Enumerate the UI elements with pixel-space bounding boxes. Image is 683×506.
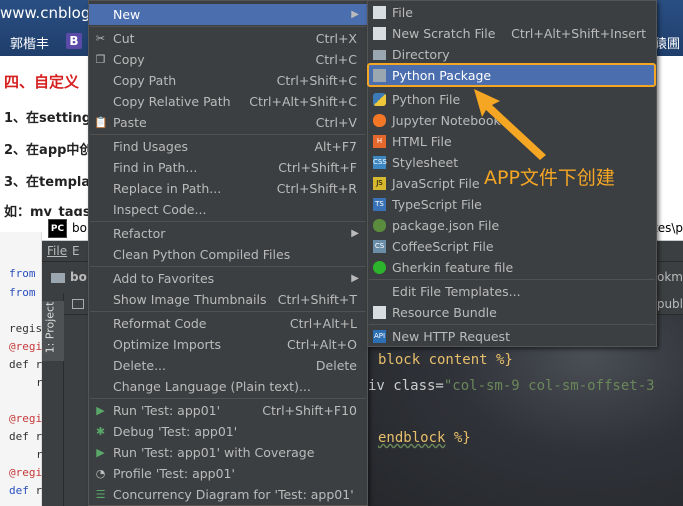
pycharm-logo-icon: PC	[48, 219, 67, 238]
ide-title-path: tes\p	[653, 221, 683, 235]
code-line: def r	[9, 430, 43, 443]
menu-item-debug-test[interactable]: ✱ Debug 'Test: app01'	[89, 421, 367, 442]
copy-icon: ❐	[95, 53, 106, 66]
blog-url[interactable]: www.cnblogs	[0, 4, 98, 22]
submenu-item-package-json[interactable]: package.json File	[368, 215, 656, 236]
project-context-menu: New ▶ ✂ Cut Ctrl+X ❐ Copy Ctrl+C Copy Path C…	[88, 0, 368, 506]
coffee-icon: CS	[373, 240, 386, 253]
menu-item-find-in-path[interactable]: Find in Path... Ctrl+Shift+F	[89, 157, 367, 178]
menu-item-profile-test[interactable]: ◔ Profile 'Test: app01'	[89, 463, 367, 484]
menu-item-copy[interactable]: ❐ Copy Ctrl+C	[89, 49, 367, 70]
navbar-project-name[interactable]: bo	[70, 270, 87, 284]
submenu-item-directory[interactable]: Directory	[368, 44, 656, 65]
menu-item-optimize-imports[interactable]: Optimize Imports Ctrl+Alt+O	[89, 334, 367, 355]
blog-step-2: 2、在app中创	[4, 143, 93, 158]
menu-item-cut[interactable]: ✂ Cut Ctrl+X	[89, 28, 367, 49]
menu-item-change-language[interactable]: Change Language (Plain text)...	[89, 376, 367, 397]
annotation-arrow-icon	[474, 89, 546, 160]
scissors-icon: ✂	[95, 32, 106, 45]
js-icon: JS	[373, 177, 386, 190]
menu-edit[interactable]: E	[72, 244, 80, 258]
http-request-icon: API	[373, 330, 386, 343]
submenu-item-edit-file-templates[interactable]: Edit File Templates...	[368, 281, 656, 302]
file-icon	[373, 6, 386, 19]
menu-item-paste[interactable]: 📋 Paste Ctrl+V	[89, 112, 367, 133]
menu-file[interactable]: File	[47, 244, 67, 258]
code-line: @regi	[9, 412, 43, 425]
annotation-text: APP文件下创建	[484, 167, 615, 189]
profiler-icon: ◔	[95, 467, 106, 480]
code-line: from	[9, 267, 36, 280]
blog-heading: 四、自定义	[4, 73, 80, 91]
menu-item-reformat-code[interactable]: Reformat Code Ctrl+Alt+L	[89, 313, 367, 334]
menu-item-find-usages[interactable]: Find Usages Alt+F7	[89, 136, 367, 157]
resource-bundle-icon	[373, 306, 386, 319]
editor-line: endblock %}	[378, 430, 471, 446]
clipboard-icon: 📋	[94, 116, 108, 129]
project-tool-tab-label: 1: Project	[43, 301, 57, 354]
code-line: from	[9, 286, 36, 299]
html-icon: H	[373, 135, 386, 148]
panel-tool-icon[interactable]	[72, 299, 84, 309]
menu-item-show-thumbnails[interactable]: Show Image Thumbnails Ctrl+Shift+T	[89, 289, 367, 310]
gherkin-icon	[373, 261, 386, 274]
blog-badge-icon: B	[66, 33, 82, 49]
menu-item-clean-compiled[interactable]: Clean Python Compiled Files	[89, 244, 367, 265]
ts-icon: TS	[373, 198, 386, 211]
css-icon: CSS	[373, 156, 387, 169]
code-line: @regi	[9, 340, 43, 353]
folder-icon	[373, 50, 386, 60]
code-line: def r	[9, 358, 43, 371]
blog-user-name[interactable]: 郭楷丰	[10, 33, 49, 52]
editor-tab[interactable]: \publ	[653, 297, 683, 311]
menu-item-run-test[interactable]: ▶ Run 'Test: app01' Ctrl+Shift+F10	[89, 400, 367, 421]
blog-step-1: 1、在setting	[4, 111, 92, 126]
folder-icon	[51, 273, 65, 283]
concurrency-diagram-icon: ☰	[95, 488, 106, 501]
menu-item-add-to-favorites[interactable]: Add to Favorites ▶	[89, 268, 367, 289]
menu-item-run-with-coverage[interactable]: ▶ Run 'Test: app01' with Coverage	[89, 442, 367, 463]
debug-bug-icon: ✱	[95, 425, 106, 438]
submenu-item-coffeescript-file[interactable]: CS CoffeeScript File	[368, 236, 656, 257]
menu-item-inspect-code[interactable]: Inspect Code...	[89, 199, 367, 220]
menu-item-replace-in-path[interactable]: Replace in Path... Ctrl+Shift+R	[89, 178, 367, 199]
code-line: regis	[9, 322, 43, 335]
blog-step-3: 3、在templat	[4, 175, 97, 190]
code-line: @regi	[9, 466, 43, 479]
submenu-item-gherkin-feature[interactable]: Gherkin feature file	[368, 257, 656, 278]
editor-line: iv class="col-sm-9 col-sm-offset-3	[368, 378, 655, 394]
menu-item-copy-path[interactable]: Copy Path Ctrl+Shift+C	[89, 70, 367, 91]
submenu-item-typescript-file[interactable]: TS TypeScript File	[368, 194, 656, 215]
menu-item-concurrency-diagram[interactable]: ☰ Concurrency Diagram for 'Test: app01'	[89, 484, 367, 505]
jupyter-icon	[373, 114, 386, 127]
blog-right-text: 猿圃	[654, 37, 681, 52]
menu-item-copy-relative-path[interactable]: Copy Relative Path Ctrl+Alt+Shift+C	[89, 91, 367, 112]
annotation-highlight-box	[367, 63, 656, 87]
python-file-icon	[373, 93, 386, 106]
menu-item-new[interactable]: New ▶	[89, 4, 367, 25]
scratch-file-icon	[373, 27, 386, 40]
ide-title-text: bo	[72, 221, 87, 235]
submenu-item-new-http-request[interactable]: API New HTTP Request	[368, 326, 656, 347]
menu-item-refactor[interactable]: Refactor ▶	[89, 223, 367, 244]
coverage-icon: ▶	[96, 446, 105, 459]
submenu-item-resource-bundle[interactable]: Resource Bundle	[368, 302, 656, 323]
submenu-item-file[interactable]: File	[368, 2, 656, 23]
menu-item-delete[interactable]: Delete... Delete	[89, 355, 367, 376]
npm-icon	[373, 219, 386, 232]
code-line: def r	[9, 484, 43, 497]
run-icon: ▶	[96, 404, 105, 417]
editor-line: block content %}	[378, 352, 513, 368]
submenu-item-new-scratch-file[interactable]: New Scratch File Ctrl+Alt+Shift+Insert	[368, 23, 656, 44]
